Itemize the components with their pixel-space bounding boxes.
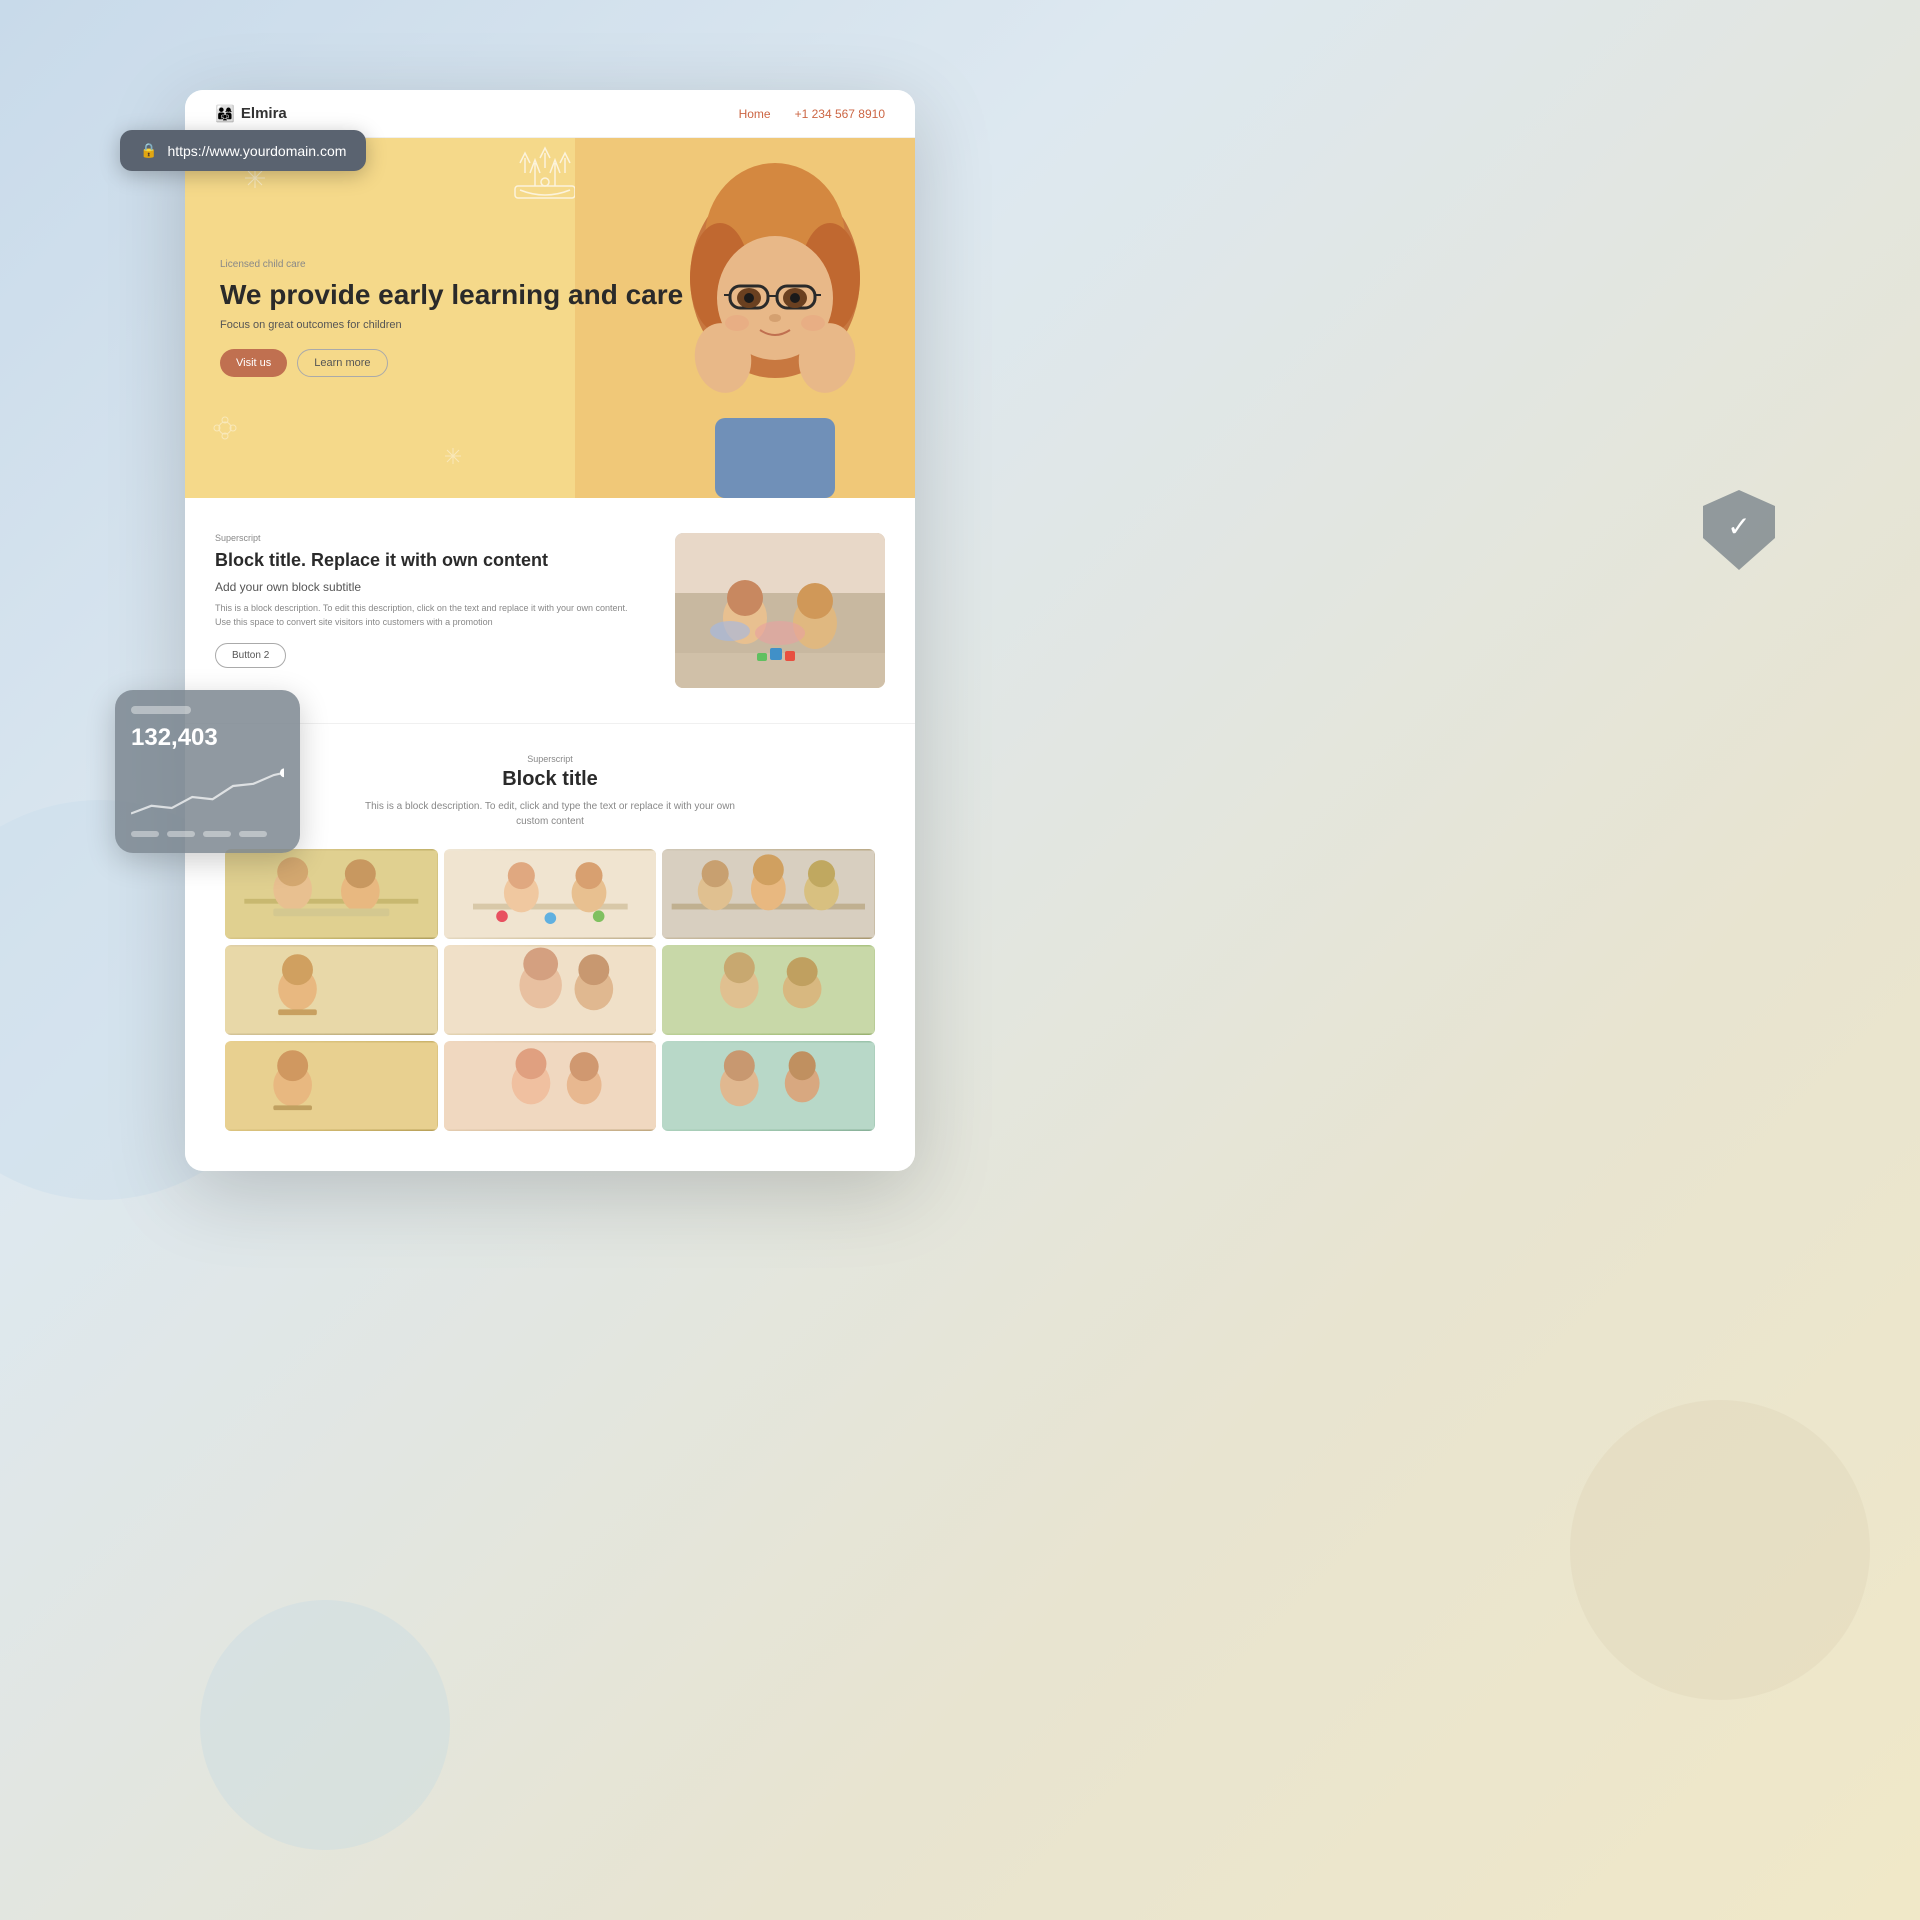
photo-4-img: [225, 945, 438, 1035]
section2-title: Block title: [215, 768, 885, 791]
section1-image: [675, 533, 885, 688]
photo-cell-7: [225, 1041, 438, 1131]
hero-buttons: Visit us Learn more: [220, 349, 885, 377]
photo-cell-1: [225, 849, 438, 939]
dot-4: [239, 831, 267, 837]
content-section-1: Superscript Block title. Replace it with…: [185, 498, 915, 723]
content-left: Superscript Block title. Replace it with…: [215, 533, 645, 668]
stats-number: 132,403: [131, 724, 284, 752]
hero-section: Licensed child care We provide early lea…: [185, 138, 915, 498]
learn-more-button[interactable]: Learn more: [297, 349, 387, 377]
photo-9-img: [662, 1041, 875, 1131]
bg-blob-2: [1570, 1400, 1870, 1700]
stats-card: 132,403: [115, 690, 300, 853]
dot-2: [167, 831, 195, 837]
section1-subtitle: Add your own block subtitle: [215, 580, 645, 594]
check-icon: ✓: [1727, 510, 1750, 543]
hero-subtitle: Focus on great outcomes for children: [220, 319, 885, 331]
shield-shape: ✓: [1703, 490, 1775, 570]
photo-cell-5: [444, 945, 657, 1035]
chart-svg: [131, 764, 284, 819]
photo-1-img: [225, 849, 438, 939]
nav-logo: 👨‍👩‍👧 Elmira: [215, 104, 287, 124]
hero-superscript: Licensed child care: [220, 259, 885, 270]
card-dots: [131, 831, 284, 837]
url-bar: 🔒 https://www.yourdomain.com: [120, 130, 366, 171]
nav-home-link[interactable]: Home: [739, 107, 771, 121]
photo-3-img: [662, 849, 875, 939]
section1-title: Block title. Replace it with own content: [215, 549, 645, 572]
section1-description: This is a block description. To edit thi…: [215, 602, 645, 629]
photo-grid-row1: [215, 849, 885, 1035]
logo-text: Elmira: [241, 105, 287, 122]
url-text: https://www.yourdomain.com: [167, 143, 346, 159]
photo-cell-2: [444, 849, 657, 939]
hero-content: Licensed child care We provide early lea…: [185, 229, 915, 408]
section1-illustration: [675, 533, 885, 688]
bg-blob-3: [200, 1600, 450, 1850]
photo-7-img: [225, 1041, 438, 1131]
browser-window: 👨‍👩‍👧 Elmira Home +1 234 567 8910: [185, 90, 915, 1171]
nav-phone: +1 234 567 8910: [795, 107, 885, 121]
hero-title: We provide early learning and care: [220, 278, 885, 312]
photo-cell-8: [444, 1041, 657, 1131]
chart-area: [131, 764, 284, 819]
logo-icon: 👨‍👩‍👧: [215, 104, 235, 124]
photo-cell-6: [662, 945, 875, 1035]
section2-description: This is a block description. To edit, cl…: [360, 799, 740, 829]
section1-superscript: Superscript: [215, 533, 645, 543]
section2-superscript: Superscript: [215, 754, 885, 764]
nav-links: Home +1 234 567 8910: [739, 107, 885, 121]
visit-us-button[interactable]: Visit us: [220, 349, 287, 377]
photo-5-img: [444, 945, 657, 1035]
photo-cell-4: [225, 945, 438, 1035]
security-badge: ✓: [1703, 490, 1775, 570]
photo-grid-row2: [215, 1035, 885, 1141]
photo-2-img: [444, 849, 657, 939]
photo-6-img: [662, 945, 875, 1035]
section1-button[interactable]: Button 2: [215, 643, 286, 668]
photo-8-img: [444, 1041, 657, 1131]
card-bar: [131, 706, 191, 714]
lock-icon: 🔒: [140, 142, 157, 159]
photo-cell-3: [662, 849, 875, 939]
photo-cell-9: [662, 1041, 875, 1131]
dot-3: [203, 831, 231, 837]
dot-1: [131, 831, 159, 837]
